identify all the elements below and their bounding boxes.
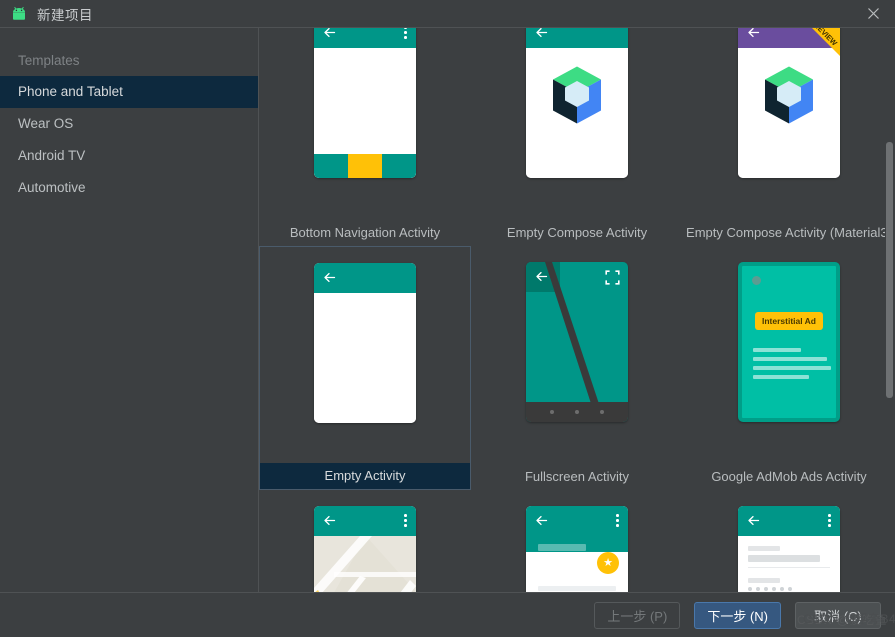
android-icon	[10, 6, 28, 22]
field-underline	[748, 567, 830, 568]
back-arrow-icon	[535, 514, 548, 527]
interstitial-ad-label: Interstitial Ad	[755, 312, 823, 330]
template-card-bottom-navigation[interactable]: Bottom Navigation Activity	[259, 28, 471, 246]
template-card-empty-activity[interactable]: Empty Activity	[259, 246, 471, 490]
empty-compose-preview	[526, 28, 628, 178]
dot	[550, 410, 555, 414]
templates-sidebar: Templates Phone and Tablet Wear OS Andro…	[0, 28, 259, 592]
overflow-menu-icon	[616, 514, 619, 527]
bottom-navigation-preview	[314, 28, 416, 178]
status-dot-icon	[752, 276, 761, 285]
username-label-placeholder	[748, 546, 780, 551]
template-thumbnail: Interstitial Ad	[683, 262, 895, 450]
sidebar-item-automotive[interactable]: Automotive	[0, 172, 258, 204]
gallery-scrollbar-track[interactable]	[885, 28, 895, 592]
template-grid: Bottom Navigation Activity Empty Compose…	[259, 28, 895, 592]
dialog-body: Templates Phone and Tablet Wear OS Andro…	[0, 28, 895, 592]
template-card-login-activity[interactable]	[683, 490, 895, 592]
navigation-dots	[526, 402, 628, 422]
title-bar: 新建项目	[0, 0, 895, 27]
basic-activity-preview: ★	[526, 506, 628, 592]
template-card-google-maps[interactable]	[259, 490, 471, 592]
template-card-basic-activity[interactable]: ★	[471, 490, 683, 592]
template-thumbnail: ★	[471, 506, 683, 592]
jetpack-compose-icon	[548, 65, 606, 132]
overflow-menu-icon	[404, 514, 407, 527]
content-area	[526, 48, 628, 178]
bottom-nav-bar	[314, 154, 416, 178]
fullscreen-icon	[605, 270, 620, 285]
empty-activity-preview	[314, 263, 416, 423]
login-activity-preview	[738, 506, 840, 592]
template-card-empty-compose[interactable]: Empty Compose Activity	[471, 28, 683, 246]
nav-item-active	[348, 154, 382, 178]
login-form	[738, 536, 840, 592]
template-thumbnail	[683, 506, 895, 592]
previous-button[interactable]: 上一步 (P)	[594, 601, 681, 629]
dot	[599, 410, 604, 414]
template-label: Bottom Navigation Activity	[289, 225, 441, 240]
watermark: CSDN @爱吃鱼 CSDN @浮夸B44	[797, 611, 895, 628]
password-dots	[748, 587, 830, 591]
preview-badge: PREVIEW	[782, 28, 840, 76]
nav-item	[382, 154, 416, 178]
dot	[574, 410, 579, 414]
username-field-placeholder	[748, 555, 820, 562]
back-arrow-icon	[323, 271, 336, 284]
admob-activity-preview: Interstitial Ad	[738, 262, 840, 422]
floating-action-button-icon: ★	[597, 552, 619, 574]
overflow-menu-icon	[828, 514, 831, 527]
template-card-fullscreen[interactable]: Fullscreen Activity	[471, 246, 683, 490]
template-thumbnail	[259, 506, 471, 592]
template-label: Fullscreen Activity	[524, 469, 630, 484]
app-bar	[738, 506, 840, 536]
new-project-dialog: 新建项目 Templates Phone and Tablet Wear OS …	[0, 0, 895, 637]
diagonal-decoration	[526, 262, 628, 422]
back-arrow-icon	[323, 514, 336, 527]
nav-item	[314, 154, 348, 178]
template-thumbnail	[259, 28, 471, 206]
password-label-placeholder	[748, 578, 780, 583]
window-title: 新建项目	[37, 7, 93, 23]
sidebar-header: Templates	[18, 53, 80, 68]
next-button[interactable]: 下一步 (N)	[694, 601, 781, 629]
placeholder-text-lines	[753, 348, 833, 384]
template-card-empty-compose-material3[interactable]: PREVIEW Empty Compose Activity (Material…	[683, 28, 895, 246]
sidebar-item-wear-os[interactable]: Wear OS	[0, 108, 258, 140]
watermark-text-overlap: CSDN @浮夸B44	[802, 612, 895, 626]
sidebar-item-android-tv[interactable]: Android TV	[0, 140, 258, 172]
template-thumbnail	[471, 28, 683, 206]
gallery-scrollbar-thumb[interactable]	[886, 142, 893, 398]
google-maps-activity-preview	[314, 506, 416, 592]
map-preview	[314, 536, 416, 592]
toolbar-title-placeholder	[538, 544, 586, 551]
content-area	[314, 293, 416, 423]
template-label: Empty Compose Activity	[506, 225, 648, 240]
back-arrow-icon	[747, 514, 760, 527]
template-thumbnail: PREVIEW	[683, 28, 895, 206]
template-label: Empty Activity	[260, 463, 470, 489]
template-label: Google AdMob Ads Activity	[711, 469, 867, 484]
app-bar	[314, 506, 416, 536]
template-thumbnail	[259, 263, 471, 451]
app-bar	[314, 263, 416, 293]
sidebar-item-phone-and-tablet[interactable]: Phone and Tablet	[0, 76, 258, 108]
template-gallery[interactable]: Bottom Navigation Activity Empty Compose…	[259, 28, 895, 592]
template-thumbnail	[471, 262, 683, 450]
template-label: Empty Compose Activity (Material3)	[686, 225, 892, 240]
fullscreen-activity-preview	[526, 262, 628, 422]
empty-compose-material3-preview: PREVIEW	[738, 28, 840, 178]
template-card-admob[interactable]: Interstitial Ad Google AdMob Ads Activit…	[683, 246, 895, 490]
clipped-row-labels	[260, 29, 895, 35]
dialog-footer: 上一步 (P) 下一步 (N) 取消 (C) CSDN @爱吃鱼 CSDN @浮…	[0, 592, 895, 637]
close-icon[interactable]	[851, 0, 895, 27]
